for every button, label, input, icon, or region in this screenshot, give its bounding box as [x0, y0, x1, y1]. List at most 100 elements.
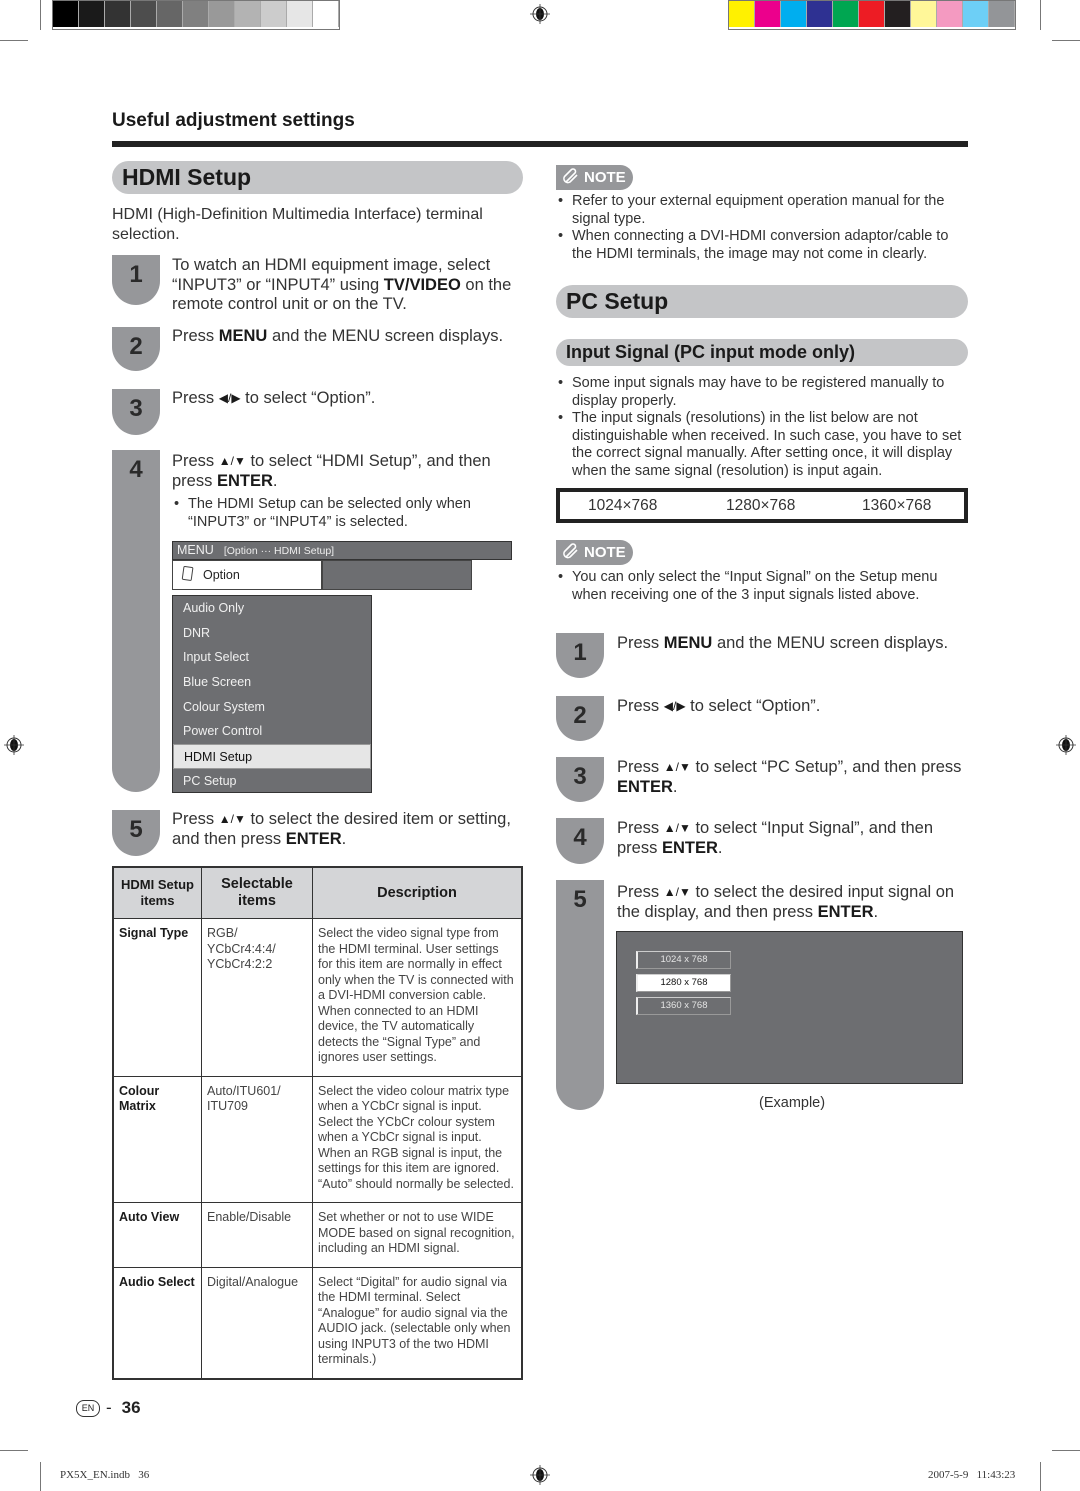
- footer-timestamp: 2007-5-9 11:43:23: [928, 1469, 1016, 1481]
- menu-item[interactable]: Power Control: [173, 719, 371, 744]
- table-cell-item: Audio Select: [112, 1266, 202, 1379]
- color-swatch: [235, 1, 261, 27]
- menu-breadcrumb: [Option ··· HDMI Setup]: [223, 545, 335, 557]
- pc-setup-title: PC Setup: [556, 285, 968, 318]
- color-swatch: [729, 1, 755, 27]
- menu-item[interactable]: Colour System: [173, 695, 371, 720]
- option-tab-icon: [181, 566, 194, 581]
- crop-mark: [1052, 40, 1080, 41]
- bullet-item: Refer to your external equipment operati…: [556, 193, 968, 228]
- table-cell-description: Select “Digital” for audio signal via th…: [312, 1266, 523, 1379]
- color-swatch: [183, 1, 209, 27]
- pc-step-4-text: Press ▲/▼ to select “Input Signal”, and …: [617, 819, 934, 857]
- pc-step-badge-3: 3: [556, 757, 604, 802]
- note2-list: You can only select the “Input Signal” o…: [556, 569, 968, 604]
- bullet-item: You can only select the “Input Signal” o…: [556, 569, 968, 604]
- footer-file: PX5X_EN.indb 36: [60, 1469, 150, 1481]
- column-header: HDMI Setup items: [112, 866, 202, 919]
- color-swatch: [937, 1, 963, 27]
- color-swatch: [261, 1, 287, 27]
- color-swatch: [911, 1, 937, 27]
- pc-step-2-text: Press ◀/▶ to select “Option”.: [617, 697, 821, 715]
- color-swatch: [989, 1, 1015, 27]
- resolution-cell: 1024×768: [588, 496, 658, 514]
- table-row: Signal Type RGB/ YCbCr4:4:4/ YCbCr4:2:2 Se…: [112, 918, 523, 1077]
- page-separator: -: [106, 1398, 112, 1417]
- table-row: Auto View Enable/Disable Set whether or no…: [112, 1202, 523, 1268]
- language-badge: EN: [76, 1399, 100, 1417]
- hdmi-step-2-text: Press MENU and the MENU screen displays.: [172, 327, 504, 345]
- input-signal-option[interactable]: 1280 x 768: [636, 974, 731, 992]
- table-cell-selectable: Auto/ITU601/ ITU709: [201, 1075, 313, 1203]
- hdmi-step-1-text: To watch an HDMI equipment image, select…: [172, 256, 512, 313]
- input-signal-option[interactable]: 1360 x 768: [636, 997, 731, 1015]
- color-swatch: [833, 1, 859, 27]
- color-swatch: [313, 1, 339, 27]
- menu-item[interactable]: Blue Screen: [173, 670, 371, 695]
- hdmi-step-badge-4: 4: [112, 450, 160, 792]
- color-swatch: [131, 1, 157, 27]
- crop-mark: [1052, 1450, 1080, 1451]
- pc-setup-bullets: Some input signals may have to be regist…: [556, 375, 968, 480]
- color-swatch: [79, 1, 105, 27]
- hdmi-step-3-text: Press ◀/▶ to select “Option”.: [172, 389, 376, 407]
- table-cell-description: Select the video colour matrix type when…: [312, 1075, 523, 1203]
- pc-step-5-text: Press ▲/▼ to select the desired input si…: [617, 883, 955, 921]
- crop-mark: [40, 1462, 41, 1491]
- menu-tab-panel: [322, 560, 472, 590]
- paperclip-icon: [563, 543, 578, 559]
- hdmi-setup-intro: HDMI (High-Definition Multimedia Interfa…: [112, 206, 483, 243]
- pc-step-badge-2: 2: [556, 696, 604, 741]
- menu-item[interactable]: HDMI Setup: [173, 744, 371, 769]
- menu-header-bar: MENU [Option ··· HDMI Setup]: [172, 541, 512, 560]
- color-swatch: [287, 1, 313, 27]
- color-swatch: [755, 1, 781, 27]
- menu-item[interactable]: Input Select: [173, 645, 371, 670]
- crop-mark: [1040, 0, 1041, 30]
- menu-item[interactable]: PC Setup: [173, 769, 371, 794]
- resolution-cell: 1280×768: [726, 496, 796, 514]
- color-swatch: [157, 1, 183, 27]
- hdmi-step-5-text: Press ▲/▼ to select the desired item or …: [172, 810, 511, 848]
- menu-list: Audio Only DNR Input Select Blue Screen Colo…: [172, 595, 372, 793]
- color-swatch: [885, 1, 911, 27]
- note-badge: NOTE: [556, 540, 633, 565]
- table-cell-item: Auto View: [112, 1202, 202, 1268]
- crop-mark: [0, 1450, 28, 1451]
- pc-step-3-text: Press ▲/▼ to select “PC Setup”, and then…: [617, 758, 962, 796]
- pc-step-badge-1: 1: [556, 633, 604, 678]
- table-header-row: HDMI Setup items Selectable items Descri…: [112, 866, 523, 919]
- registration-mark-icon: [1056, 735, 1076, 755]
- crop-mark: [0, 40, 28, 41]
- table-cell-selectable: Enable/Disable: [201, 1202, 313, 1268]
- input-signal-option[interactable]: 1024 x 768: [636, 951, 731, 969]
- paperclip-icon: [563, 168, 578, 184]
- hdmi-step-badge-2: 2: [112, 327, 160, 371]
- registration-mark-icon: [530, 1465, 550, 1485]
- pc-input-signal-screen: 1024 x 768 1280 x 768 1360 x 768: [616, 931, 963, 1084]
- input-signal-subtitle: Input Signal (PC input mode only): [556, 339, 968, 366]
- bullet-item: When connecting a DVI-HDMI conversion ad…: [556, 228, 968, 263]
- table-cell-item: Signal Type: [112, 918, 202, 1077]
- hdmi-setup-title: HDMI Setup: [112, 161, 523, 194]
- menu-label: MENU: [177, 543, 214, 557]
- pc-step-badge-5: 5: [556, 880, 604, 1110]
- table-cell-selectable: Digital/Analogue: [201, 1266, 313, 1379]
- table-cell-item: Colour Matrix: [112, 1075, 202, 1203]
- color-swatch: [807, 1, 833, 27]
- resolution-table: 1024×768 1280×768 1360×768: [556, 488, 968, 523]
- menu-item[interactable]: DNR: [173, 621, 371, 646]
- section-heading: Useful adjustment settings: [112, 110, 355, 131]
- bullet-item: Some input signals may have to be regist…: [556, 375, 968, 410]
- menu-tab-option[interactable]: Option: [172, 560, 322, 590]
- column-header: Selectable items: [201, 866, 313, 919]
- example-caption: (Example): [759, 1095, 826, 1111]
- menu-item[interactable]: Audio Only: [173, 596, 371, 621]
- column-header: Description: [312, 866, 523, 919]
- pc-step-badge-4: 4: [556, 818, 604, 864]
- hdmi-step-badge-3: 3: [112, 389, 160, 435]
- table-row: Colour Matrix Auto/ITU601/ ITU709 Select t…: [112, 1075, 523, 1203]
- hdmi-step-badge-5: 5: [112, 810, 160, 856]
- hdmi-step-badge-1: 1: [112, 255, 160, 305]
- pc-step-1-text: Press MENU and the MENU screen displays.: [617, 634, 949, 652]
